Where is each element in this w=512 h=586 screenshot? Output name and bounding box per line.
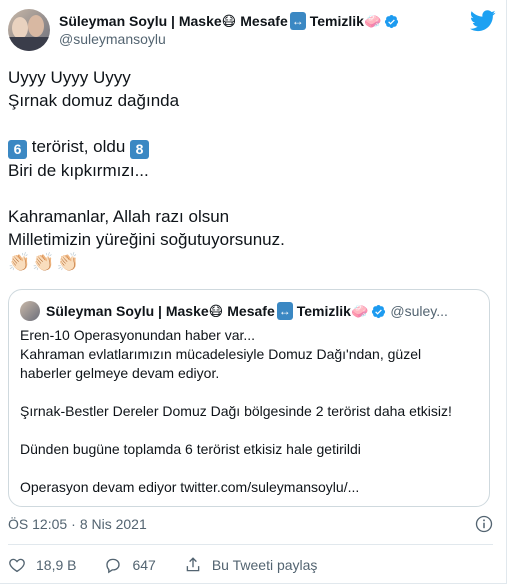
author-name[interactable]: Süleyman Soylu | Maske <box>59 12 222 30</box>
author-info: Süleyman Soylu | Maske 😷 Mesafe ↔ Temizl… <box>59 12 399 48</box>
like-count: 18,9 B <box>36 557 77 573</box>
quoted-line: Şırnak-Bestler Dereler Domuz Dağı bölges… <box>20 403 452 419</box>
share-label: Bu Tweeti paylaş <box>211 557 318 573</box>
reply-button[interactable]: 647 <box>104 556 156 574</box>
tweet-text: Uyyy Uyyy Uyyy Şırnak domuz dağında 6 te… <box>8 66 488 274</box>
quoted-avatar <box>20 301 40 321</box>
heart-icon <box>9 558 25 573</box>
soap-emoji-icon: 🧼 <box>350 303 369 319</box>
quoted-author-name: Süleyman Soylu | Maske <box>46 303 209 319</box>
tweet-actions: 18,9 B 647 Bu Tweeti paylaş <box>8 556 345 574</box>
tweet-header: Süleyman Soylu | Maske 😷 Mesafe ↔ Temizl… <box>8 9 399 51</box>
quoted-line: Dünden bugüne toplamda 6 terörist etkisi… <box>20 441 361 457</box>
tweet-line: Milletimizin yüreğini soğutuyorsunuz. <box>8 230 285 249</box>
tweet-timestamp[interactable]: ÖS 12:05 · 8 Nis 2021 <box>8 516 147 532</box>
tweet-line: Uyyy Uyyy Uyyy <box>8 68 131 87</box>
keycap-eight-icon: 8 <box>130 140 150 159</box>
quoted-header: Süleyman Soylu | Maske 😷 Mesafe ↔ Temizl… <box>20 301 448 321</box>
quoted-author-name-mid: Mesafe <box>227 303 275 319</box>
quoted-line: Operasyon devam ediyor twitter.com/suley… <box>20 479 360 495</box>
author-avatar[interactable] <box>8 9 50 51</box>
soap-emoji-icon: 🧼 <box>363 13 382 29</box>
quoted-handle: @suley... <box>390 303 448 319</box>
author-name-row[interactable]: Süleyman Soylu | Maske 😷 Mesafe ↔ Temizl… <box>59 12 399 30</box>
mask-emoji-icon: 😷 <box>208 303 224 319</box>
reply-bubble-icon <box>106 558 121 574</box>
twitter-logo-icon[interactable] <box>470 10 496 32</box>
verified-badge-icon <box>372 304 386 318</box>
arrows-emoji-icon: ↔ <box>276 302 293 320</box>
verified-badge-icon <box>385 14 399 28</box>
divider <box>8 544 493 545</box>
tweet-line-text: terörist, oldu <box>31 137 126 156</box>
meta-separator: · <box>71 516 76 532</box>
quoted-line: Kahraman evlatlarımızın mücadelesiyle Do… <box>20 346 422 362</box>
clap-emojis-icon: 👏🏻👏🏻👏🏻 <box>8 252 82 272</box>
share-button[interactable]: Bu Tweeti paylaş <box>184 556 318 574</box>
tweet-time[interactable]: ÖS 12:05 <box>8 516 67 532</box>
reply-count: 647 <box>132 557 156 573</box>
keycap-six-icon: 6 <box>8 140 27 159</box>
quoted-tweet[interactable]: Süleyman Soylu | Maske 😷 Mesafe ↔ Temizl… <box>8 289 490 507</box>
quoted-author-name-end: Temizlik <box>296 303 351 319</box>
like-button[interactable]: 18,9 B <box>8 556 76 574</box>
quoted-text: Eren-10 Operasyonundan haber var... Kahr… <box>20 326 480 497</box>
quoted-line: Eren-10 Operasyonundan haber var... <box>20 327 256 343</box>
tweet-line: 6 terörist, oldu 8 <box>8 135 488 159</box>
quoted-line: haberler gelmeye devam ediyor. <box>20 365 220 381</box>
info-icon[interactable] <box>474 514 494 534</box>
arrows-emoji-icon: ↔ <box>289 12 306 30</box>
author-name-end[interactable]: Temizlik <box>310 12 364 30</box>
tweet-line: Biri de kıpkırmızı... <box>8 161 149 180</box>
tweet-line: Şırnak domuz dağında <box>8 91 180 110</box>
share-icon <box>186 557 200 572</box>
tweet-line: Kahramanlar, Allah razı olsun <box>8 207 230 226</box>
tweet-date[interactable]: 8 Nis 2021 <box>80 516 147 532</box>
mask-emoji-icon: 😷 <box>221 13 237 29</box>
author-handle[interactable]: @suleymansoylu <box>59 30 399 48</box>
author-name-mid[interactable]: Mesafe <box>240 12 287 30</box>
